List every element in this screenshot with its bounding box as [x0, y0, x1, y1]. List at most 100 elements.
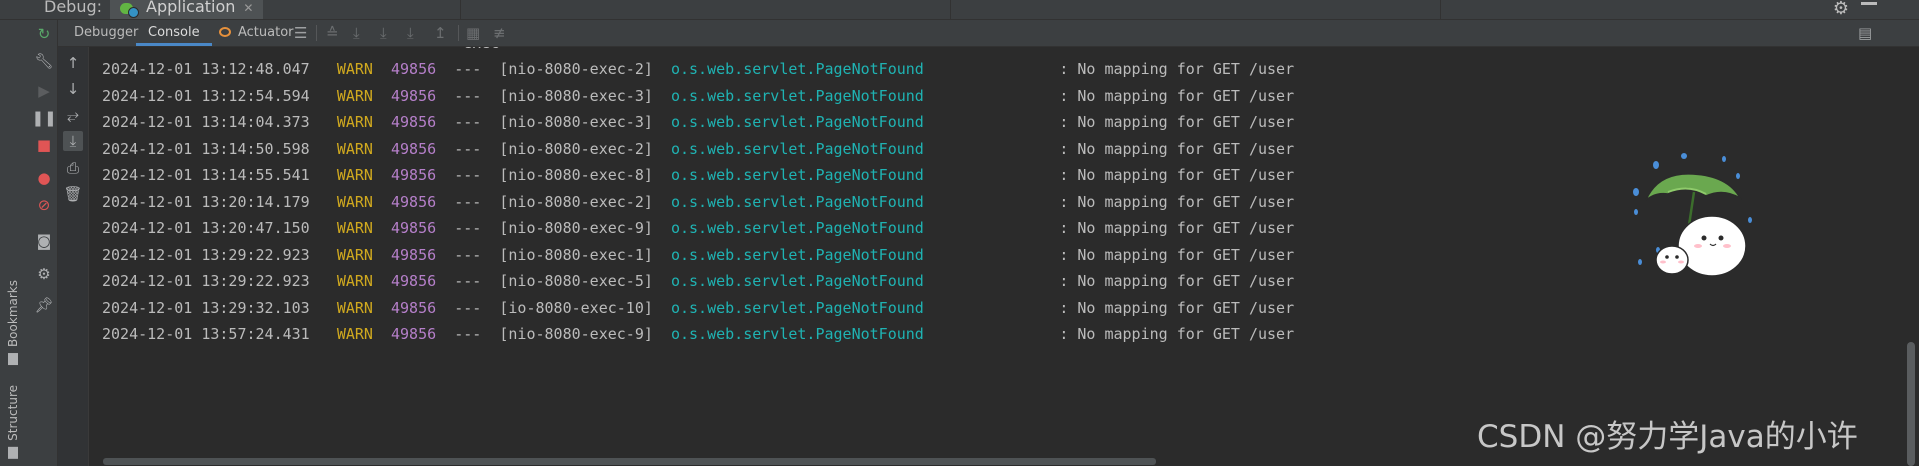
menu-icon[interactable]: ☰	[294, 24, 307, 42]
wrench-icon[interactable]: 🔧︎	[34, 52, 53, 70]
bookmarks-tab[interactable]: Bookmarks	[6, 280, 20, 366]
mute-breakpoints-icon[interactable]: ⊘	[35, 196, 53, 214]
log-message: : No mapping for GET /user	[1059, 219, 1295, 237]
application-run-icon	[120, 1, 139, 18]
print-icon[interactable]: ⎙	[63, 158, 83, 178]
step-into-icon[interactable]: ⤓	[380, 24, 387, 42]
log-thread: [nio-8080-exec-2]	[499, 192, 653, 211]
layout-settings-icon[interactable]: ▤	[1858, 24, 1872, 42]
log-pid: 49856	[391, 86, 437, 105]
console-log-line: 2024-12-01 13:14:04.373 WARN 49856 --- […	[102, 109, 1294, 135]
step-over-icon[interactable]: ⤓	[353, 24, 360, 42]
console-log-line: 2024-12-01 13:57:24.431 WARN 49856 --- […	[102, 321, 1294, 347]
tab-actuator[interactable]: Actuator	[206, 20, 306, 46]
vertical-scrollbar-thumb[interactable]	[1907, 342, 1915, 466]
console-log-line: 2024-12-01 13:14:55.541 WARN 49856 --- […	[102, 162, 1294, 188]
log-timestamp: 2024-12-01 13:29:32.103	[102, 298, 310, 317]
log-pid: 49856	[391, 272, 437, 290]
trash-icon[interactable]: 🗑︎	[63, 184, 83, 204]
log-logger: o.s.web.servlet.PageNotFound	[670, 113, 924, 131]
pause-icon[interactable]: ❚❚	[31, 109, 56, 127]
gear-icon[interactable]: ⚙	[1833, 0, 1849, 19]
settings-icon[interactable]: ⚙	[35, 265, 53, 283]
rerun-icon[interactable]: ↻	[35, 25, 53, 43]
close-icon[interactable]: ✕	[243, 1, 253, 15]
run-configuration-tab[interactable]: Application ✕	[110, 0, 264, 19]
log-message: : No mapping for GET /user	[1059, 113, 1295, 131]
structure-tab[interactable]: Structure	[6, 385, 20, 459]
log-separator: ---	[454, 192, 482, 211]
left-tool-stripe: Bookmarks Structure	[0, 20, 32, 466]
scroll-up-icon[interactable]: ↑	[63, 53, 83, 73]
clipped-log-line: -exec-	[102, 47, 1122, 56]
log-logger: o.s.web.servlet.PageNotFound	[670, 245, 924, 264]
tab-console[interactable]: Console	[136, 20, 212, 46]
console-log-line: 2024-12-01 13:29:22.923 WARN 49856 --- […	[102, 242, 1294, 268]
actuator-icon	[218, 24, 232, 38]
log-level: WARN	[336, 166, 373, 184]
log-timestamp: 2024-12-01 13:20:47.150	[102, 219, 310, 237]
log-pid: 49856	[391, 60, 437, 78]
evaluate-icon[interactable]: ▦	[466, 24, 480, 42]
trace-icon[interactable]: ≢	[493, 24, 506, 42]
console-log-line: 2024-12-01 13:12:54.594 WARN 49856 --- […	[102, 83, 1294, 109]
log-logger: o.s.web.servlet.PageNotFound	[670, 60, 924, 78]
force-step-into-icon[interactable]: ⤓	[407, 24, 414, 42]
log-thread: [nio-8080-exec-1]	[499, 245, 653, 264]
log-message: : No mapping for GET /user	[1059, 272, 1295, 290]
log-timestamp: 2024-12-01 13:12:48.047	[102, 60, 310, 78]
log-level: WARN	[336, 86, 373, 105]
console-log-line: 2024-12-01 13:20:47.150 WARN 49856 --- […	[102, 215, 1294, 241]
csdn-watermark: CSDN @努力学Java的小许	[1477, 419, 1858, 455]
pin-icon[interactable]: 📌︎	[34, 296, 53, 314]
log-timestamp: 2024-12-01 13:57:24.431	[102, 325, 310, 343]
log-message: : No mapping for GET /user	[1059, 139, 1295, 158]
lotus-leaf-sticker	[1633, 153, 1752, 277]
scroll-down-icon[interactable]: ↓	[63, 79, 83, 99]
log-message: : No mapping for GET /user	[1059, 325, 1295, 343]
stop-icon[interactable]: ■	[35, 136, 53, 154]
log-pid: 49856	[391, 192, 437, 211]
log-pid: 49856	[391, 139, 437, 158]
log-level: WARN	[336, 298, 373, 317]
log-logger: o.s.web.servlet.PageNotFound	[670, 86, 924, 105]
log-separator: ---	[454, 325, 482, 343]
log-message: : No mapping for GET /user	[1059, 86, 1295, 105]
view-breakpoints-icon[interactable]: ●	[35, 169, 53, 187]
structure-icon	[8, 446, 18, 459]
header-divider	[460, 0, 461, 19]
camera-icon[interactable]: ◙	[35, 232, 53, 250]
vertical-scrollbar[interactable]	[1904, 47, 1919, 466]
soft-wrap-icon[interactable]: ⥂	[63, 105, 83, 125]
log-logger: o.s.web.servlet.PageNotFound	[670, 166, 924, 184]
console-log-line: 2024-12-01 13:12:48.047 WARN 49856 --- […	[102, 56, 1294, 82]
log-thread: [nio-8080-exec-3]	[499, 113, 653, 131]
log-separator: ---	[454, 113, 482, 131]
minimize-icon[interactable]	[1861, 2, 1877, 5]
log-logger: o.s.web.servlet.PageNotFound	[670, 219, 924, 237]
scroll-to-end-icon[interactable]: ⤓	[63, 131, 83, 151]
log-separator: ---	[454, 245, 482, 264]
horizontal-scrollbar[interactable]	[103, 458, 1156, 465]
log-thread: [nio-8080-exec-8]	[499, 166, 653, 184]
log-thread: [nio-8080-exec-9]	[499, 325, 653, 343]
show-execution-point-icon[interactable]: ≙	[326, 24, 339, 42]
debug-tool-window-header: Debug: Application ✕ ⚙	[0, 0, 1919, 20]
console-log-line: 2024-12-01 13:14:50.598 WARN 49856 --- […	[102, 136, 1294, 162]
log-timestamp: 2024-12-01 13:14:55.541	[102, 166, 310, 184]
log-separator: ---	[454, 219, 482, 237]
debugger-actions: ↻ 🔧︎ ▶ ❚❚ ■ ● ⊘ ◙ ⚙ 📌︎	[31, 20, 58, 466]
step-out-icon[interactable]: ↥	[434, 24, 447, 42]
log-level: WARN	[336, 139, 373, 158]
log-message: : No mapping for GET /user	[1059, 60, 1295, 78]
log-thread: [io-8080-exec-10]	[499, 298, 653, 317]
log-thread: [nio-8080-exec-2]	[499, 139, 653, 158]
resume-icon[interactable]: ▶	[35, 82, 53, 100]
log-pid: 49856	[391, 113, 437, 131]
log-thread: [nio-8080-exec-2]	[499, 60, 653, 78]
log-pid: 49856	[391, 325, 437, 343]
header-divider	[1440, 0, 1441, 19]
log-level: WARN	[336, 219, 373, 237]
log-logger: o.s.web.servlet.PageNotFound	[670, 298, 924, 317]
bookmarks-label: Bookmarks	[6, 280, 20, 348]
